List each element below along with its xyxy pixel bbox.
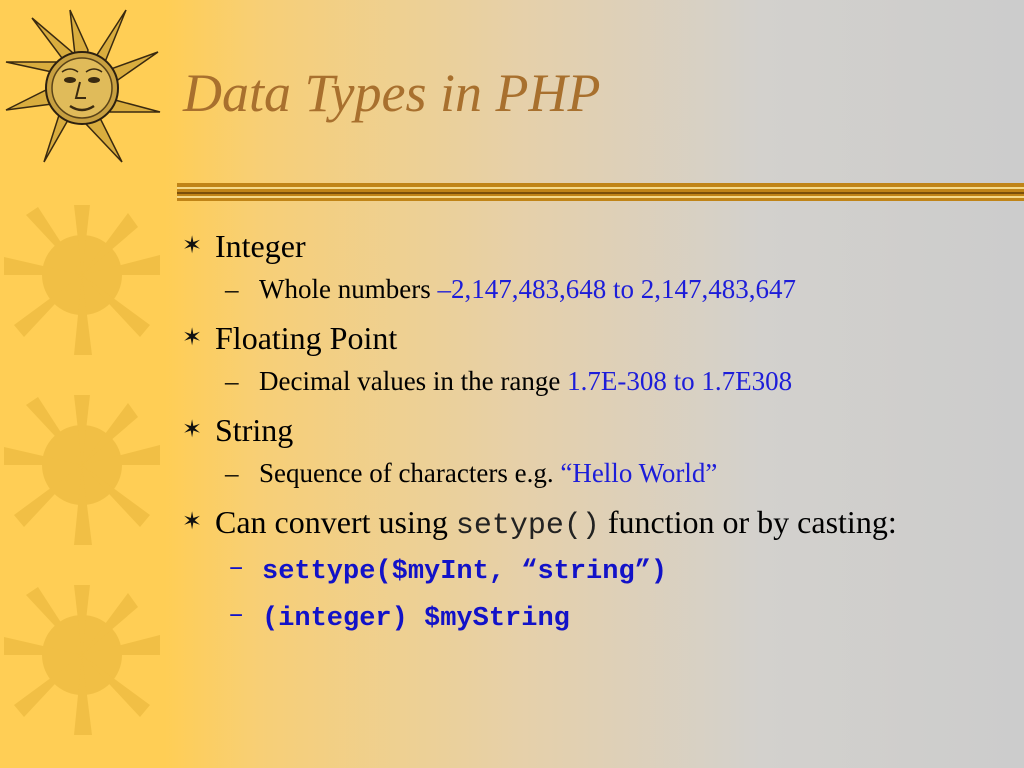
dash-marker: – bbox=[228, 601, 245, 631]
sidebar bbox=[0, 0, 165, 768]
sub-bullet-integer-range: – Whole numbers –2,147,483,648 to 2,147,… bbox=[182, 272, 982, 306]
dash-marker: – bbox=[228, 554, 245, 584]
dash-marker: – bbox=[225, 366, 239, 396]
bullet-conversion: ✶ Can convert using setype() function or… bbox=[182, 504, 982, 545]
sun-icon bbox=[4, 395, 160, 545]
float-range-value: 1.7E-308 to 1.7E308 bbox=[567, 366, 793, 396]
star-bullet-icon: ✶ bbox=[182, 417, 203, 443]
sun-icon bbox=[4, 205, 160, 355]
star-bullet-icon: ✶ bbox=[182, 325, 203, 351]
dash-marker: – bbox=[225, 274, 239, 304]
string-example-value: “Hello World” bbox=[560, 458, 718, 488]
bullet-list: ✶ Integer – Whole numbers –2,147,483,648… bbox=[182, 228, 982, 646]
integer-range-value: –2,147,483,648 to 2,147,483,647 bbox=[437, 274, 796, 304]
title-divider bbox=[177, 183, 1024, 201]
code-example-settype: – settype($myInt, “string”) bbox=[182, 552, 982, 589]
code-text: settype($myInt, “string”) bbox=[262, 557, 668, 587]
bullet-label-suffix: function or by casting: bbox=[599, 504, 897, 540]
bullet-string: ✶ String bbox=[182, 412, 982, 449]
bullet-integer: ✶ Integer bbox=[182, 228, 982, 265]
sun-face-icon bbox=[5, 9, 161, 163]
bullet-label: Can convert using bbox=[215, 504, 456, 540]
star-bullet-icon: ✶ bbox=[182, 509, 203, 535]
sun-icon bbox=[4, 585, 160, 735]
bullet-label: String bbox=[215, 412, 294, 448]
sub-bullet-text: Decimal values in the range bbox=[259, 366, 568, 396]
bullet-label: Integer bbox=[215, 228, 306, 264]
bullet-label: Floating Point bbox=[215, 320, 398, 356]
function-name: setype() bbox=[455, 509, 600, 543]
code-example-cast: – (integer) $myString bbox=[182, 599, 982, 636]
sub-bullet-text: Sequence of characters e.g. bbox=[259, 458, 561, 488]
bullet-floating-point: ✶ Floating Point bbox=[182, 320, 982, 357]
sub-bullet-float-range: – Decimal values in the range 1.7E-308 t… bbox=[182, 364, 982, 398]
sub-bullet-text: Whole numbers bbox=[259, 274, 438, 304]
star-bullet-icon: ✶ bbox=[182, 233, 203, 259]
code-text: (integer) $myString bbox=[262, 604, 570, 634]
sub-bullet-string-example: – Sequence of characters e.g. “Hello Wor… bbox=[182, 456, 982, 490]
slide-title: Data Types in PHP bbox=[183, 63, 601, 123]
dash-marker: – bbox=[225, 458, 239, 488]
slide: Data Types in PHP ✶ Integer – Whole numb… bbox=[0, 0, 1024, 768]
